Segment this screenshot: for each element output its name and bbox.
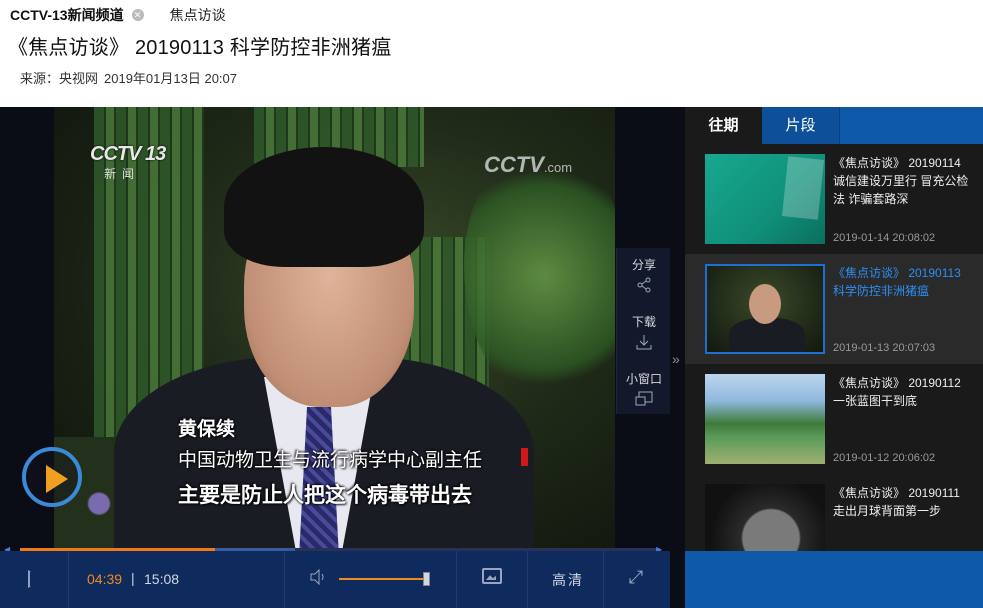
divider <box>456 551 457 608</box>
download-icon <box>636 335 652 350</box>
page-title: 《焦点访谈》 20190113 科学防控非洲猪瘟 <box>8 37 392 59</box>
tab-past-episodes[interactable]: 往期 <box>685 107 762 144</box>
share-label: 分享 <box>631 258 656 272</box>
fullscreen-icon[interactable]: ⤢ <box>625 566 647 588</box>
playlist-tabs: 往期 片段 <box>685 107 983 144</box>
video-player[interactable]: CCTV 13 新闻 CCTV.com 黄保续 中国动物卫生与流行病学中心副主任… <box>0 107 685 608</box>
caption-marker <box>521 448 528 466</box>
volume-icon[interactable] <box>309 569 327 585</box>
play-icon[interactable] <box>28 570 42 588</box>
episode-date: 2019-01-14 20:08:02 <box>833 232 936 244</box>
close-icon[interactable]: ✕ <box>131 9 144 21</box>
source-label: 来源：央视网 <box>20 71 99 86</box>
download-button[interactable]: 下载 <box>617 313 671 350</box>
time-separator: | <box>131 570 135 586</box>
cctv-watermark: CCTV.com <box>484 152 573 177</box>
episode-title[interactable]: 《焦点访谈》 20190112 一张蓝图干到底 <box>833 374 973 410</box>
current-time: 04:39 <box>87 571 123 587</box>
episode-title[interactable]: 《焦点访谈》 20190113 科学防控非洲猪瘟 <box>833 264 973 300</box>
episode-thumbnail[interactable] <box>705 154 825 244</box>
tab-clips[interactable]: 片段 <box>762 107 840 144</box>
column-link[interactable]: 焦点访谈 <box>170 5 226 25</box>
divider <box>284 551 285 608</box>
episode-date: 2019-01-13 20:07:03 <box>833 342 936 354</box>
episode-title[interactable]: 《焦点访谈》 20190111 走出月球背面第一步 <box>833 484 973 520</box>
share-icon <box>637 277 651 293</box>
caption-role: 中国动物卫生与流行病学中心副主任 <box>178 450 483 471</box>
episode-thumbnail[interactable] <box>705 374 825 464</box>
mini-window-icon <box>635 391 653 406</box>
mini-window-label: 小窗口 <box>625 372 662 386</box>
episode-thumbnail[interactable] <box>705 264 825 354</box>
screenshot-icon[interactable] <box>482 568 502 584</box>
person-hair <box>224 147 424 267</box>
channel-link[interactable]: CCTV-13新闻频道 <box>10 5 124 25</box>
total-time: 15:08 <box>144 571 180 587</box>
caption-name: 黄保续 <box>178 419 236 440</box>
mini-window-button[interactable]: 小窗口 <box>617 370 671 407</box>
divider <box>527 551 528 608</box>
playlist-footer <box>685 551 983 608</box>
channel-logo: CCTV 13 <box>90 143 166 165</box>
episode-title[interactable]: 《焦点访谈》 20190114 诚信建设万里行 冒充公检法 诈骗套路深 <box>833 154 973 208</box>
divider <box>68 551 69 608</box>
program-logo-icon <box>22 447 82 507</box>
publish-datetime: 2019年01月13日 20:07 <box>104 71 237 86</box>
article-meta: 来源：央视网 2019年01月13日 20:07 <box>20 68 237 87</box>
page-header: CCTV-13新闻频道 ✕ 焦点访谈 《焦点访谈》 20190113 科学防控非… <box>0 0 983 106</box>
episode-date: 2019-01-12 20:06:02 <box>833 452 936 464</box>
volume-knob[interactable] <box>423 572 430 586</box>
control-bar: 04:39 | 15:08 高清 ⤢ <box>0 551 670 608</box>
download-label: 下载 <box>631 315 656 329</box>
video-subtitle: 主要是防止人把这个病毒带出去 <box>178 484 472 507</box>
playlist-panel: 往期 片段 《焦点访谈》 20190114 诚信建设万里行 冒充公检法 诈骗套路… <box>685 107 983 608</box>
volume-level <box>339 578 425 580</box>
video-frame[interactable]: CCTV 13 新闻 CCTV.com 黄保续 中国动物卫生与流行病学中心副主任… <box>54 107 615 548</box>
playlist-item[interactable]: 《焦点访谈》 20190112 一张蓝图干到底 2019-01-12 20:06… <box>685 364 983 474</box>
share-button[interactable]: 分享 <box>617 256 671 293</box>
playlist-item-selected[interactable]: 《焦点访谈》 20190113 科学防控非洲猪瘟 2019-01-13 20:0… <box>685 254 983 364</box>
expand-arrow-icon[interactable]: » <box>672 351 680 367</box>
channel-logo-sub: 新闻 <box>104 167 141 181</box>
quality-button[interactable]: 高清 <box>552 570 584 590</box>
playlist-item[interactable]: 《焦点访谈》 20190114 诚信建设万里行 冒充公检法 诈骗套路深 2019… <box>685 144 983 254</box>
player-actions: 分享 下载 小窗口 <box>616 248 670 414</box>
divider <box>603 551 604 608</box>
breadcrumb: CCTV-13新闻频道 ✕ 焦点访谈 <box>10 5 226 25</box>
